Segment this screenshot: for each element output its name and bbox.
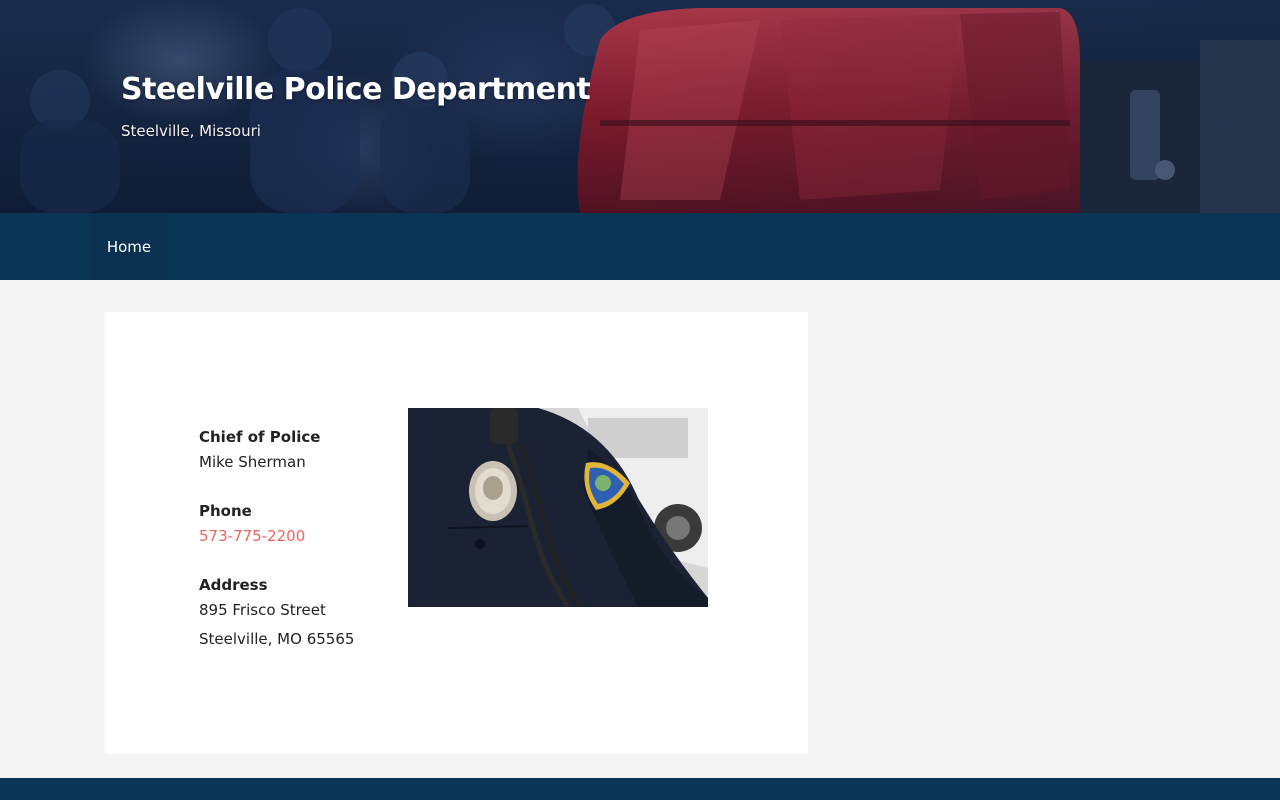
chief-name: Mike Sherman (199, 453, 306, 471)
main-navigation: Home (0, 213, 1280, 280)
address-line-2: Steelville, MO 65565 (199, 630, 355, 648)
officer-badge-image (408, 408, 708, 607)
site-tagline: Steelville, Missouri (121, 122, 261, 140)
chief-label: Chief of Police (199, 428, 321, 446)
phone-link[interactable]: 573-775-2200 (199, 522, 399, 551)
contact-info: Chief of Police Mike Sherman Phone 573-7… (199, 426, 399, 654)
site-title[interactable]: Steelville Police Department (121, 72, 591, 107)
address-line-1: 895 Frisco Street (199, 601, 326, 619)
content-card: Chief of Police Mike Sherman Phone 573-7… (105, 312, 808, 754)
address-label: Address (199, 576, 268, 594)
officer-photo (408, 408, 708, 607)
nav-item-home[interactable]: Home (90, 213, 168, 280)
phone-label: Phone (199, 502, 252, 520)
site-header: Steelville Police Department Steelville,… (0, 0, 1280, 213)
site-footer (0, 778, 1280, 800)
